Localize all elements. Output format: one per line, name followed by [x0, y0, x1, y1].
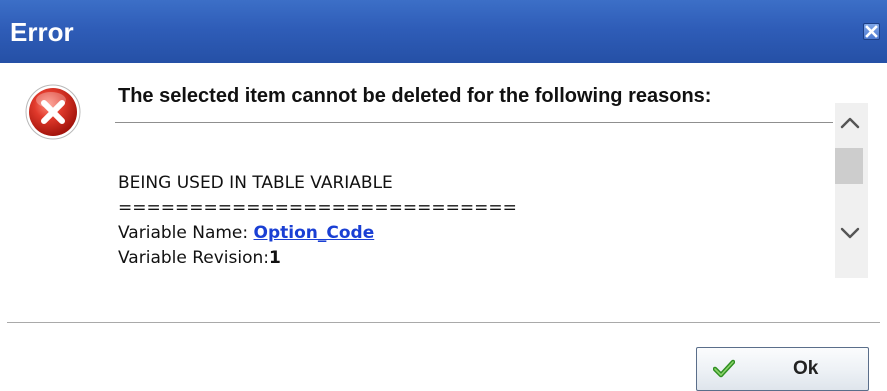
scroll-thumb[interactable]	[835, 148, 863, 184]
close-icon	[864, 24, 879, 39]
error-headline: The selected item cannot be deleted for …	[118, 85, 712, 107]
reason-text: BEING USED IN TABLE VARIABLE	[118, 173, 393, 193]
scroll-up-button[interactable]	[835, 103, 868, 141]
footer-divider	[7, 322, 880, 323]
chevron-down-icon	[835, 227, 868, 257]
error-icon	[24, 83, 82, 141]
ok-button[interactable]: Ok	[696, 347, 869, 391]
details-scrollbar[interactable]	[835, 103, 868, 278]
separator-text: ============================	[118, 198, 517, 218]
variable-revision-line: Variable Revision:1	[118, 246, 517, 271]
message-pane: The selected item cannot be deleted for …	[115, 80, 835, 285]
scroll-down-button[interactable]	[835, 215, 868, 253]
headline-divider	[115, 122, 833, 123]
title-bar[interactable]: Error	[0, 0, 887, 63]
error-dialog: Error The selected item cannot be delete…	[0, 0, 887, 391]
close-button[interactable]	[863, 23, 880, 40]
variable-name-line: Variable Name: Option_Code	[118, 221, 517, 246]
error-details: BEING USED IN TABLE VARIABLE ===========…	[118, 171, 517, 271]
variable-revision-label: Variable Revision:	[118, 248, 270, 268]
variable-revision-value: 1	[269, 248, 281, 268]
variable-name-link[interactable]: Option_Code	[254, 223, 375, 243]
ok-button-label: Ok	[793, 358, 819, 379]
dialog-title: Error	[10, 17, 74, 47]
check-icon	[712, 359, 736, 379]
chevron-up-icon	[835, 117, 868, 145]
variable-name-label: Variable Name:	[118, 223, 254, 243]
